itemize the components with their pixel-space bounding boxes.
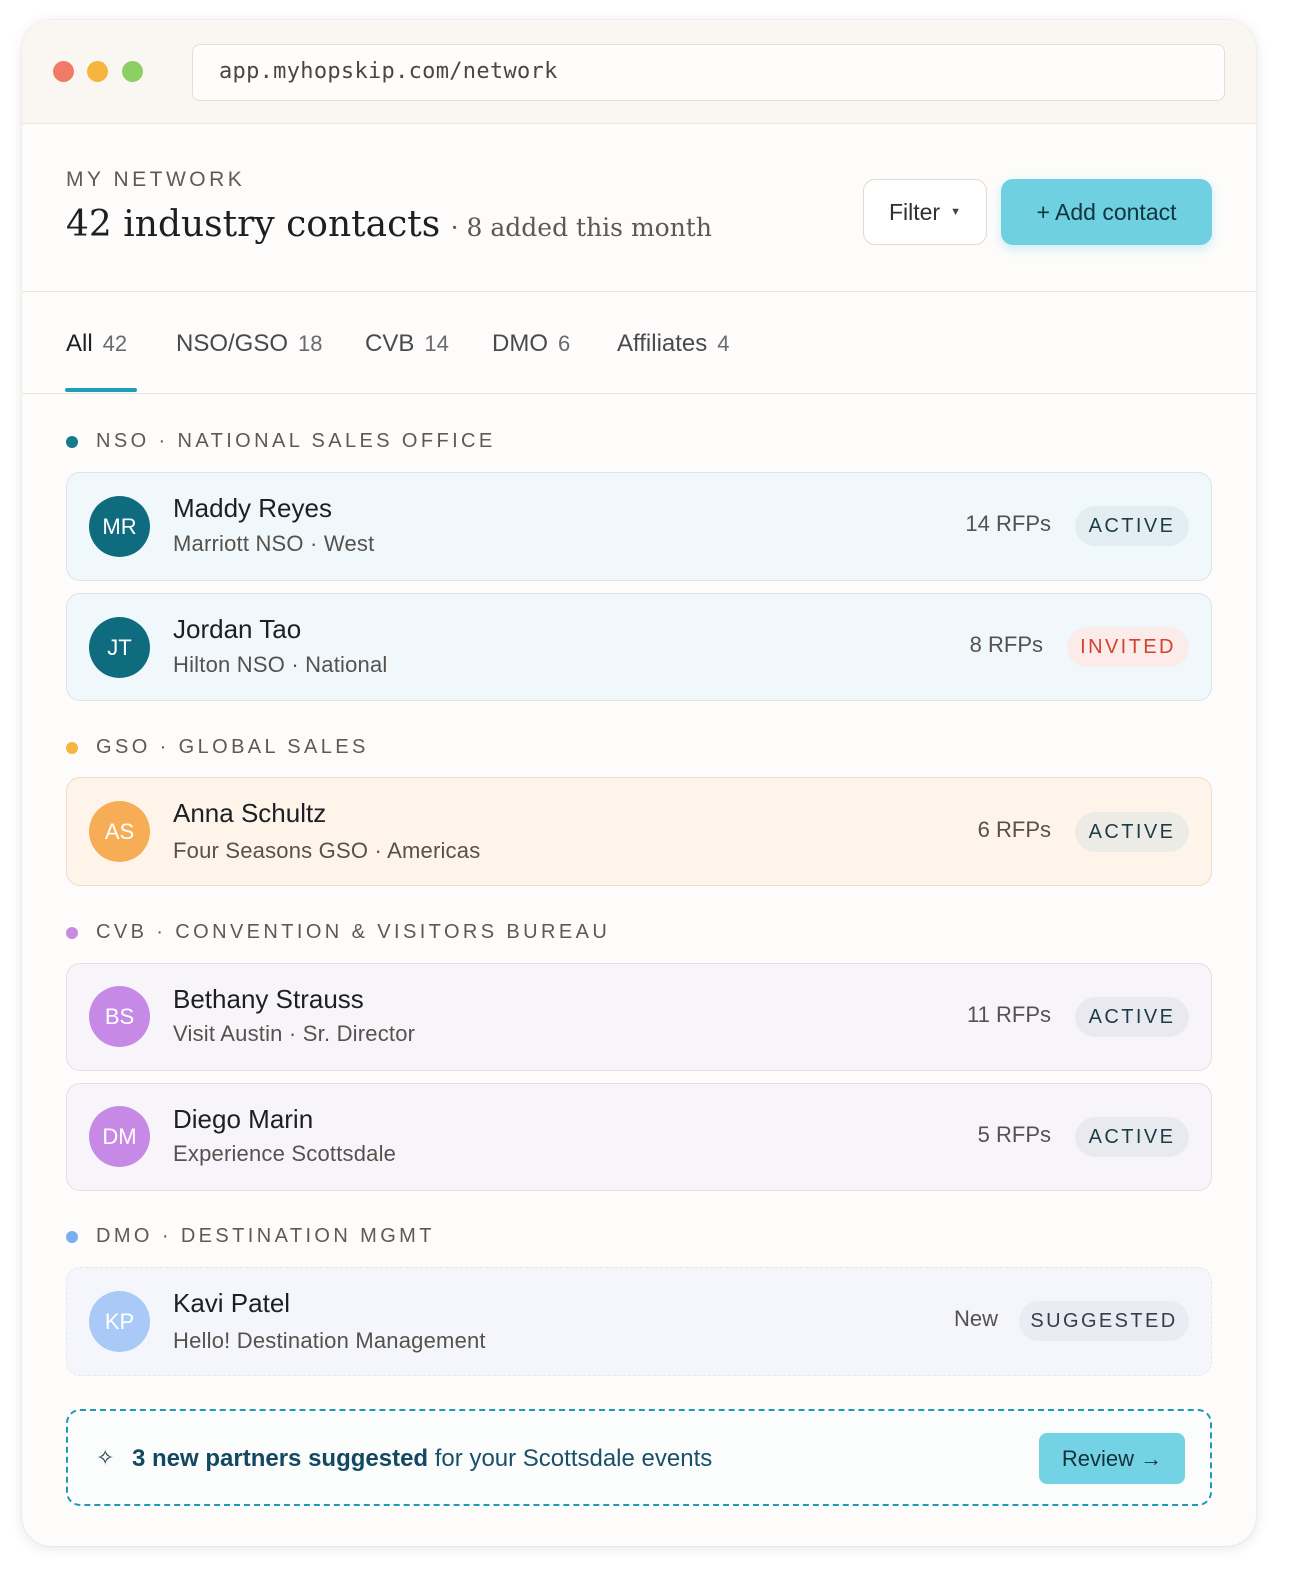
section-dot-icon: [66, 926, 78, 939]
review-button[interactable]: Review →: [1039, 1433, 1185, 1484]
rfp-count: 11 RFPs: [967, 1002, 1051, 1027]
tab-count: 18: [298, 331, 323, 356]
contact-org: Hello! Destination Management: [173, 1328, 486, 1353]
tab-count: 42: [102, 331, 128, 356]
section-label: NSO · NATIONAL SALES OFFICE: [96, 430, 496, 452]
contact-card-jordan-tao[interactable]: JT Jordan Tao Hilton NSO · National 8 RF…: [66, 593, 1212, 701]
contact-org: Marriott NSO · West: [173, 531, 375, 556]
section-nso-header: NSO · NATIONAL SALES OFFICE: [66, 430, 496, 453]
rfp-count: 14 RFPs: [965, 511, 1051, 536]
close-window-button[interactable]: [53, 61, 74, 82]
status-badge: ACTIVE: [1075, 1117, 1189, 1157]
browser-chrome: app.myhopskip.com/network: [22, 20, 1256, 124]
tab-cvb[interactable]: CVB 14: [365, 330, 449, 358]
section-cvb-header: CVB · CONVENTION & VISITORS BUREAU: [66, 921, 610, 944]
status-badge: ACTIVE: [1075, 506, 1189, 546]
tab-all[interactable]: All 42: [66, 330, 127, 358]
tab-count: 4: [717, 331, 730, 356]
contact-card-bethany-strauss[interactable]: BS Bethany Strauss Visit Austin · Sr. Di…: [66, 963, 1212, 1071]
filter-tabs: All 42 NSO/GSO 18 CVB 14 DMO 6 Affiliates 4: [22, 292, 1256, 394]
suggestion-rest: for your Scottsdale events: [428, 1445, 713, 1472]
suggestion-text: 3 new partners suggested for your Scotts…: [132, 1445, 712, 1473]
rfp-count: 8 RFPs: [969, 632, 1043, 657]
section-dot-icon: [66, 435, 78, 448]
avatar: BS: [89, 986, 150, 1047]
status-badge: SUGGESTED: [1019, 1301, 1189, 1341]
browser-window: app.myhopskip.com/network MY NETWORK 42 …: [22, 20, 1256, 1546]
avatar: JT: [89, 617, 150, 678]
suggestion-highlight: 3 new partners suggested: [132, 1445, 429, 1472]
tab-label: Affiliates: [617, 330, 708, 357]
minimize-window-button[interactable]: [87, 61, 108, 82]
avatar: KP: [89, 1291, 150, 1352]
tab-count: 14: [424, 331, 449, 356]
section-label: CVB · CONVENTION & VISITORS BUREAU: [96, 921, 611, 943]
tab-label: All: [66, 330, 93, 357]
section-dot-icon: [66, 1230, 78, 1243]
tab-label: DMO: [492, 330, 548, 357]
active-tab-indicator: [65, 388, 137, 392]
contact-org: Visit Austin · Sr. Director: [173, 1021, 416, 1046]
tab-nso-gso[interactable]: NSO/GSO 18: [176, 330, 323, 358]
maximize-window-button[interactable]: [122, 61, 143, 82]
contact-card-anna-schultz[interactable]: AS Anna Schultz Four Seasons GSO · Ameri…: [66, 777, 1212, 886]
contact-card-diego-marin[interactable]: DM Diego Marin Experience Scottsdale 5 R…: [66, 1083, 1212, 1191]
section-gso-header: GSO · GLOBAL SALES: [66, 736, 369, 759]
contact-org: Experience Scottsdale: [173, 1141, 397, 1166]
status-badge: ACTIVE: [1075, 812, 1189, 852]
caret-down-icon: ▼: [950, 206, 961, 218]
tab-dmo[interactable]: DMO 6: [492, 330, 570, 358]
contact-name: Diego Marin: [173, 1104, 314, 1134]
tab-label: CVB: [365, 330, 415, 357]
contact-name: Kavi Patel: [173, 1288, 291, 1318]
avatar: AS: [89, 801, 150, 862]
tab-label: NSO/GSO: [176, 330, 289, 357]
avatar: DM: [89, 1106, 150, 1167]
contacts-count-title: 42 industry contacts: [66, 204, 441, 245]
rfp-count: 6 RFPs: [977, 817, 1051, 842]
add-contact-button[interactable]: + Add contact: [1001, 179, 1212, 245]
page-header: MY NETWORK 42 industry contacts · 8 adde…: [22, 124, 1256, 292]
contact-org: Four Seasons GSO · Americas: [173, 838, 481, 863]
contact-card-maddy-reyes[interactable]: MR Maddy Reyes Marriott NSO · West 14 RF…: [66, 472, 1212, 581]
section-dmo-header: DMO · DESTINATION MGMT: [66, 1225, 435, 1248]
contact-name: Maddy Reyes: [173, 493, 332, 523]
filter-label: Filter: [888, 198, 941, 225]
page-title: 42 industry contacts · 8 added this mont…: [66, 204, 712, 245]
address-bar[interactable]: app.myhopskip.com/network: [192, 44, 1225, 101]
sparkle-icon: ✧: [96, 1445, 115, 1470]
suggestion-banner: ✧ 3 new partners suggested for your Scot…: [66, 1409, 1212, 1506]
avatar: MR: [89, 496, 150, 557]
contact-card-kavi-patel[interactable]: KP Kavi Patel Hello! Destination Managem…: [66, 1267, 1212, 1376]
status-badge: INVITED: [1067, 627, 1189, 667]
contact-name: Jordan Tao: [173, 614, 302, 644]
contact-org: Hilton NSO · National: [173, 652, 388, 677]
section-label: DMO · DESTINATION MGMT: [96, 1225, 435, 1247]
filter-button[interactable]: Filter ▼: [863, 179, 987, 245]
page-eyebrow: MY NETWORK: [66, 168, 246, 191]
section-dot-icon: [66, 741, 78, 754]
status-badge: ACTIVE: [1075, 997, 1189, 1037]
contact-name: Anna Schultz: [173, 798, 327, 828]
contact-name: Bethany Strauss: [173, 984, 364, 1014]
rfp-count: 5 RFPs: [977, 1122, 1051, 1147]
tab-affiliates[interactable]: Affiliates 4: [617, 330, 730, 358]
added-this-month-subtitle: · 8 added this month: [450, 213, 712, 242]
rfp-count: New: [953, 1306, 998, 1331]
section-label: GSO · GLOBAL SALES: [96, 736, 369, 758]
tab-count: 6: [558, 331, 571, 356]
